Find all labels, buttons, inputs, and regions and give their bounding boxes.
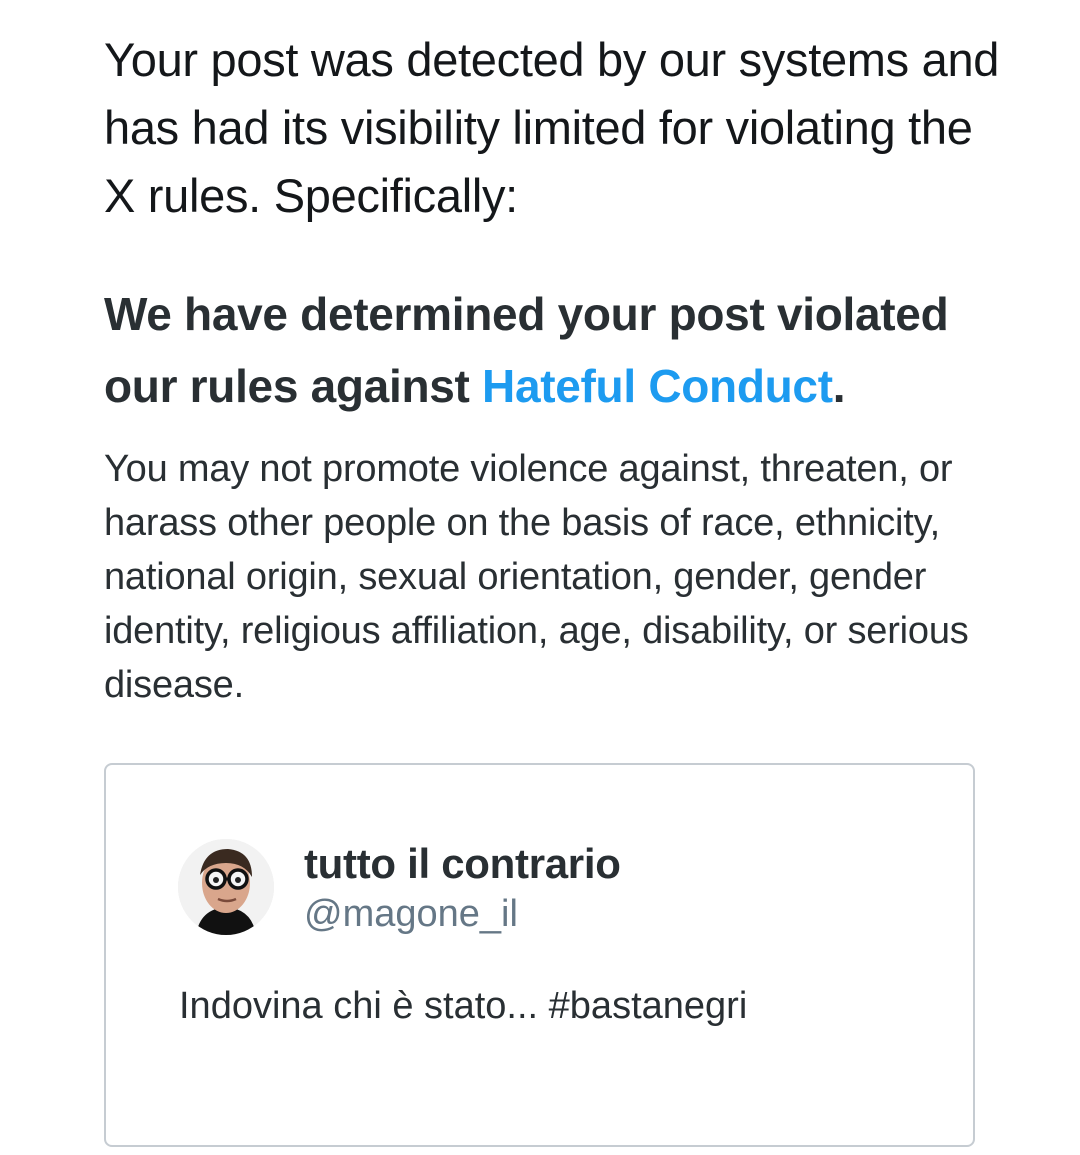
violation-heading: We have determined your post violated ou… [104, 278, 1004, 422]
avatar[interactable] [178, 839, 274, 935]
rule-description: You may not promote violence against, th… [104, 448, 969, 706]
intro-text: Your post was detected by our systems an… [104, 33, 1000, 222]
heading-suffix: . [832, 360, 846, 412]
post-text: Indovina chi è stato... #bastanegri [179, 985, 748, 1027]
display-name[interactable]: tutto il contrario [304, 839, 621, 889]
user-handle[interactable]: @magone_il [304, 891, 518, 937]
avatar-image [178, 839, 274, 935]
hateful-conduct-link[interactable]: Hateful Conduct [482, 360, 833, 412]
embedded-post-card[interactable]: tutto il contrario @magone_il Indovina c… [104, 763, 975, 1147]
